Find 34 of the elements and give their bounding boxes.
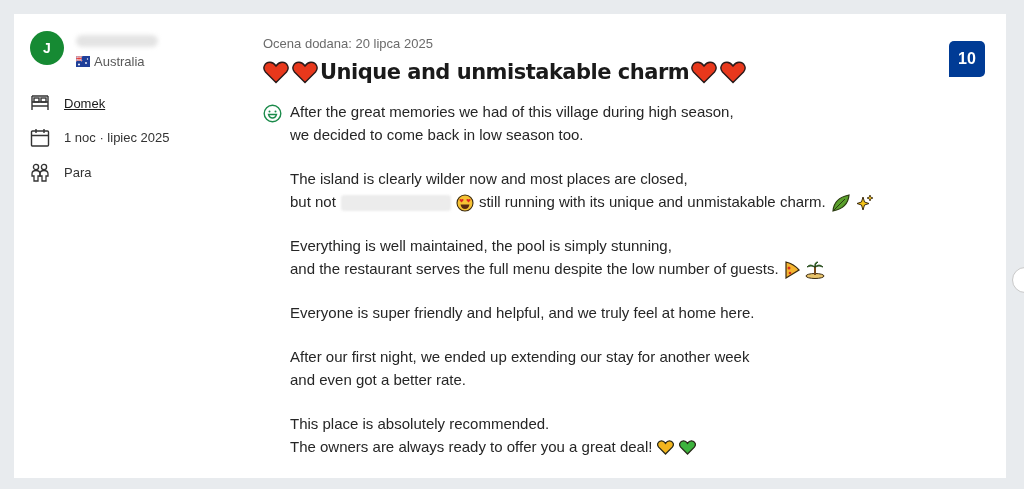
review-text: and even got a better rate. [290,370,466,391]
sparkles-icon [855,193,874,212]
heart-icon [720,60,747,84]
people-icon [30,162,50,182]
smiley-icon [263,104,282,123]
heart-eyes-face-icon [455,193,474,212]
flag-icon [76,56,90,68]
country-label: Australia [94,53,145,71]
review-text: After the great memories we had of this village during high season, [290,102,734,123]
review-text: Everything is well maintained, the pool is simply stunning, [290,236,672,257]
review-text: we decided to come back in low season too. [290,125,584,146]
stay-detail: 1 noc · lipiec 2025 [64,129,170,147]
bed-icon [30,95,50,112]
score-badge: 10 [949,41,985,77]
heart-icon [292,60,318,84]
review-text: This place is absolutely recommended. [290,414,550,435]
review-title: Unique and unmistakable charm [320,59,690,86]
calendar-icon [30,128,50,148]
review-text: Everyone is super friendly and helpful, and we truly feel at home here. [290,303,755,324]
leaf-icon [830,193,851,212]
room-link[interactable]: Domek [64,93,106,113]
review-text: The island is clearly wilder now and most places are closed, [290,169,688,190]
review-text: still running with its unique and unmistakable charm. [478,192,826,213]
palm-island-icon [804,260,825,279]
review-text: After our first night, we ended up extending our stay for another week [290,347,750,368]
stay-detail: Para [64,163,92,182]
review-text: The owners are always ready to offer you a great deal! [290,437,653,458]
avatar: J [30,31,64,65]
review-date: Ocena dodana: 20 lipca 2025 [263,36,434,52]
heart-icon [691,60,718,84]
review-text: and the restaurant serves the full menu despite the low number of guests. [290,259,779,280]
review-text: but not [290,192,336,213]
heart-icon [263,60,289,84]
pizza-slice-icon [783,260,800,279]
